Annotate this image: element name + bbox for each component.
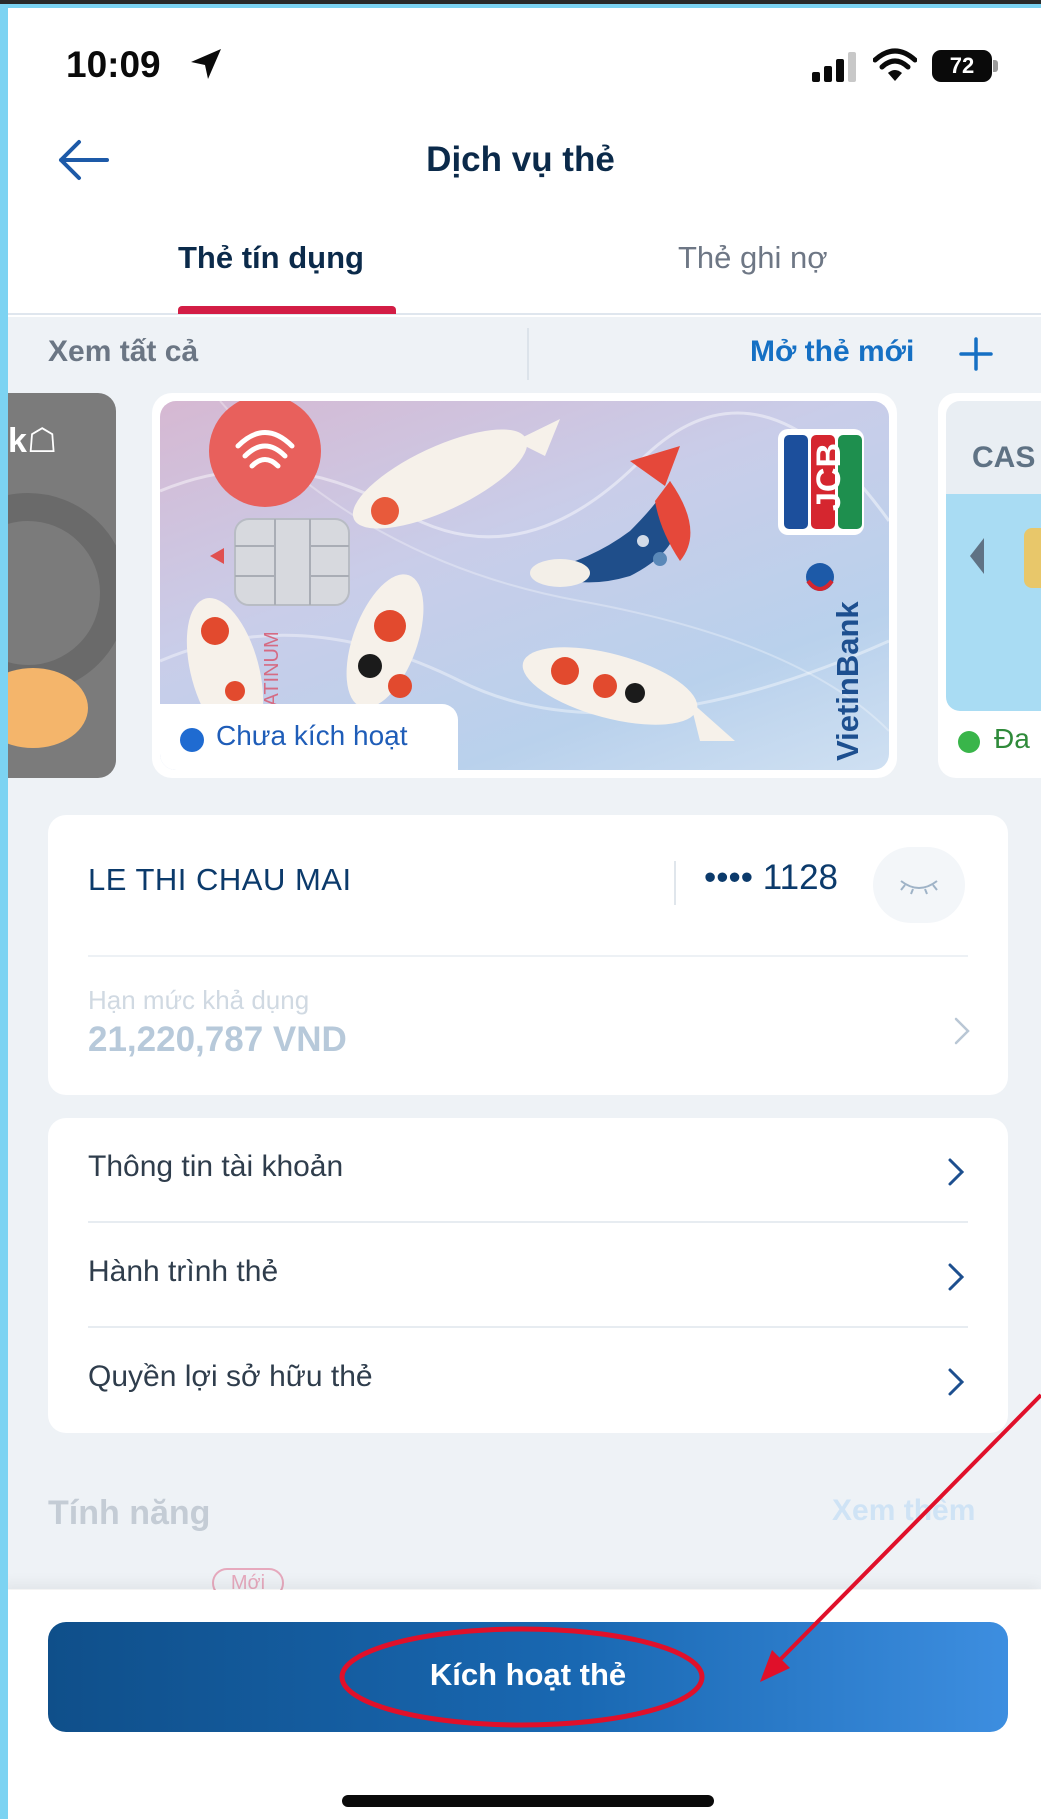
menu-item-account-info[interactable]: Thông tin tài khoản	[88, 1118, 968, 1223]
chevron-right-icon	[948, 1158, 965, 1186]
jcb-logo-icon: JCB	[810, 443, 848, 511]
wifi-icon	[873, 48, 917, 81]
tab-credit-card[interactable]: Thẻ tín dụng	[178, 240, 364, 276]
battery-icon: 72	[932, 50, 998, 82]
menu-item-card-benefits[interactable]: Quyền lợi sở hữu thẻ	[88, 1328, 968, 1433]
card-holder-name: LE THI CHAU MAI	[88, 862, 352, 897]
card-info-panel: LE THI CHAU MAI •••• 1128 Hạn mức khả dụ…	[48, 815, 1008, 1095]
home-indicator	[342, 1795, 714, 1807]
window-top-edge	[0, 0, 1041, 4]
open-new-card-link[interactable]: Mở thẻ mới	[750, 335, 914, 369]
card-chip-icon	[1024, 528, 1041, 588]
activate-card-label: Kích hoạt thẻ	[429, 1657, 627, 1692]
view-all-link[interactable]: Xem tất cả	[48, 335, 198, 369]
battery-level: 72	[949, 53, 975, 78]
available-limit-label: Hạn mức khả dụng	[88, 985, 310, 1015]
plus-icon[interactable]	[958, 336, 994, 372]
menu-item-label: Quyền lợi sở hữu thẻ	[88, 1360, 373, 1393]
card-menu: Thông tin tài khoản Hành trình thẻ Quyền…	[48, 1118, 1008, 1433]
card-previous[interactable]: k☖	[8, 393, 116, 778]
features-heading: Tính năng	[48, 1494, 211, 1532]
status-time: 10:09	[66, 44, 161, 85]
location-arrow-icon	[191, 49, 221, 79]
see-more-link[interactable]: Xem thêm	[832, 1494, 975, 1528]
chevron-right-icon	[948, 1368, 965, 1396]
card-next-status: Đa	[994, 723, 1030, 754]
card-chip-icon	[234, 518, 350, 606]
contactless-icon	[209, 401, 321, 507]
status-bar: 10:09 72	[0, 40, 1041, 90]
cellular-signal-icon	[812, 52, 856, 82]
tab-debit-card[interactable]: Thẻ ghi nợ	[678, 240, 828, 276]
available-limit-value: 21,220,787 VND	[88, 1020, 347, 1059]
menu-item-card-journey[interactable]: Hành trình thẻ	[88, 1223, 968, 1328]
toggle-visibility-button[interactable]	[873, 847, 965, 923]
eye-closed-icon	[900, 880, 938, 895]
card-type-tabs: Thẻ tín dụng Thẻ ghi nợ	[0, 240, 1041, 315]
menu-item-label: Hành trình thẻ	[88, 1255, 279, 1288]
menu-item-label: Thông tin tài khoản	[88, 1150, 344, 1183]
card-next-brand: CAS	[972, 441, 1036, 474]
bank-logo-icon: k☖	[8, 422, 58, 460]
chevron-right-icon	[948, 1263, 965, 1291]
action-divider	[527, 328, 529, 380]
chevron-right-icon[interactable]	[950, 1013, 974, 1049]
status-dot-icon	[180, 728, 204, 752]
card-status-badge: Chưa kích hoạt	[160, 704, 458, 770]
masked-card-number: •••• 1128	[704, 858, 839, 897]
vietinbank-logo-icon: VietinBank	[830, 601, 865, 761]
activate-card-button[interactable]: Kích hoạt thẻ	[48, 1622, 1008, 1732]
card-status-text: Chưa kích hoạt	[216, 720, 408, 751]
active-tab-indicator	[178, 306, 396, 314]
card-image-koi: PLATINUM JCB VietinBank Chưa kích hoạt	[160, 401, 889, 770]
page-title: Dịch vụ thẻ	[426, 140, 615, 179]
card-selected[interactable]: PLATINUM JCB VietinBank Chưa kích hoạt	[152, 393, 897, 778]
card-next[interactable]: CAS Đa	[938, 393, 1041, 778]
status-dot-icon	[958, 731, 980, 753]
